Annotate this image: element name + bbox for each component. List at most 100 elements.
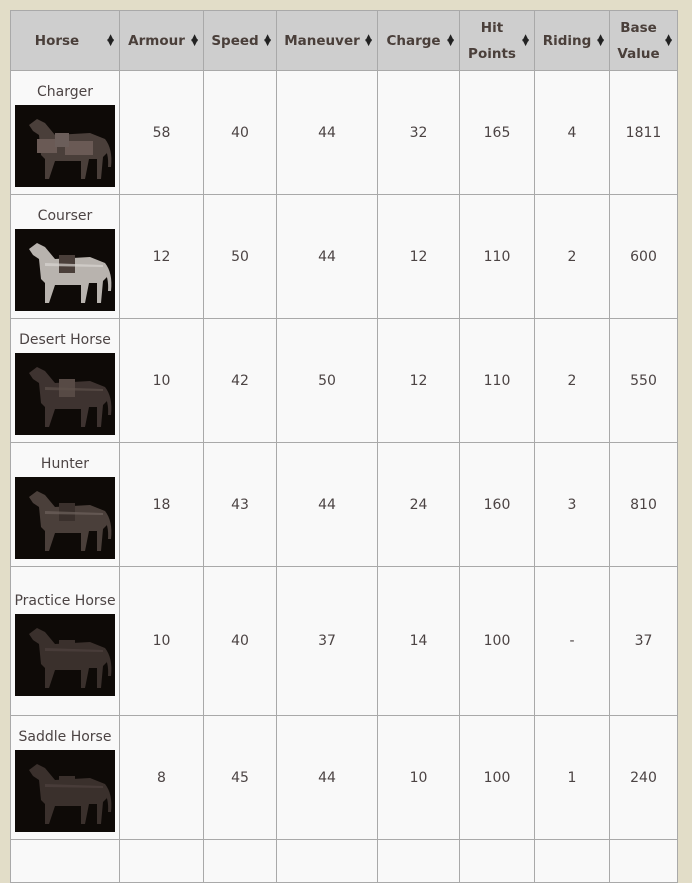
sort-both-icon[interactable]: ▲ ▼ <box>365 33 372 47</box>
sort-both-icon[interactable]: ▲ ▼ <box>665 33 672 47</box>
base-value-cell: 1811 <box>609 70 678 195</box>
hit-points-cell: 160 <box>459 442 535 567</box>
table-row: Saddle Horse 8 45 44 10 100 1 240 <box>10 715 678 840</box>
column-label: Maneuver <box>284 32 360 49</box>
base-value-cell: 240 <box>609 715 678 840</box>
empty-cell <box>534 839 610 883</box>
saddle-horse-image[interactable] <box>15 750 115 832</box>
horse-cell: Desert Horse <box>10 318 120 443</box>
horse-name[interactable]: Practice Horse <box>14 588 116 614</box>
column-header-armour[interactable]: Armour ▲ ▼ <box>119 10 204 71</box>
sort-both-icon[interactable]: ▲ ▼ <box>597 33 604 47</box>
armour-cell: 8 <box>119 715 204 840</box>
armour-cell: 58 <box>119 70 204 195</box>
sort-both-icon[interactable]: ▲ ▼ <box>191 33 198 47</box>
charge-cell: 24 <box>377 442 460 567</box>
desert-horse-image[interactable] <box>15 353 115 435</box>
table-row: Practice Horse 10 40 37 14 100 - 37 <box>10 566 678 716</box>
armour-cell: 18 <box>119 442 204 567</box>
column-header-base-value[interactable]: Base Value ▲ ▼ <box>609 10 678 71</box>
column-label: Hit Points <box>468 19 516 62</box>
table-row: Hunter 18 43 44 24 160 3 810 <box>10 442 678 567</box>
riding-cell: - <box>534 566 610 716</box>
empty-cell <box>10 839 120 883</box>
base-value-cell: 810 <box>609 442 678 567</box>
sort-both-icon[interactable]: ▲ ▼ <box>264 33 271 47</box>
speed-cell: 50 <box>203 194 277 319</box>
column-label: Horse <box>34 32 80 49</box>
table-row: Courser 12 50 44 12 110 2 600 <box>10 194 678 319</box>
horse-cell: Charger <box>10 70 120 195</box>
hit-points-cell: 100 <box>459 715 535 840</box>
maneuver-cell: 50 <box>276 318 378 443</box>
horse-cell: Practice Horse <box>10 566 120 716</box>
maneuver-cell: 44 <box>276 70 378 195</box>
column-header-charge[interactable]: Charge ▲ ▼ <box>377 10 460 71</box>
horse-silhouette <box>29 119 112 179</box>
hunter-image[interactable] <box>15 477 115 559</box>
charge-cell: 10 <box>377 715 460 840</box>
column-header-speed[interactable]: Speed ▲ ▼ <box>203 10 277 71</box>
base-value-cell: 37 <box>609 566 678 716</box>
column-header-maneuver[interactable]: Maneuver ▲ ▼ <box>276 10 378 71</box>
sort-both-icon[interactable]: ▲ ▼ <box>522 33 529 47</box>
column-label: Speed <box>211 32 259 49</box>
horse-table-container: Horse ▲ ▼ Armour ▲ ▼ Speed ▲ ▼ Maneuver ▲ ▼ Char… <box>10 10 678 883</box>
riding-cell: 2 <box>534 318 610 443</box>
hit-points-cell: 165 <box>459 70 535 195</box>
horse-silhouette <box>29 764 112 824</box>
charge-cell: 32 <box>377 70 460 195</box>
riding-cell: 2 <box>534 194 610 319</box>
charger-image[interactable] <box>15 105 115 187</box>
speed-cell: 42 <box>203 318 277 443</box>
armour-cell: 12 <box>119 194 204 319</box>
speed-cell: 40 <box>203 566 277 716</box>
sort-both-icon[interactable]: ▲ ▼ <box>447 33 454 47</box>
hit-points-cell: 110 <box>459 318 535 443</box>
horse-name[interactable]: Desert Horse <box>14 327 116 353</box>
base-value-cell: 600 <box>609 194 678 319</box>
table-row: Desert Horse 10 42 50 12 110 2 550 <box>10 318 678 443</box>
sort-both-icon[interactable]: ▲ ▼ <box>107 33 114 47</box>
header-row: Horse ▲ ▼ Armour ▲ ▼ Speed ▲ ▼ Maneuver ▲ ▼ Char… <box>10 10 678 71</box>
horse-name[interactable]: Hunter <box>14 451 116 477</box>
empty-cell <box>609 839 678 883</box>
charge-cell: 12 <box>377 318 460 443</box>
empty-cell <box>119 839 204 883</box>
horse-name[interactable]: Courser <box>14 203 116 229</box>
base-value-cell: 550 <box>609 318 678 443</box>
horse-name[interactable]: Saddle Horse <box>14 724 116 750</box>
column-header-riding[interactable]: Riding ▲ ▼ <box>534 10 610 71</box>
riding-cell: 4 <box>534 70 610 195</box>
hit-points-cell: 110 <box>459 194 535 319</box>
table-row-partial <box>10 839 678 883</box>
speed-cell: 40 <box>203 70 277 195</box>
column-label: Armour <box>128 32 185 49</box>
column-label: Riding <box>542 32 592 49</box>
empty-cell <box>203 839 277 883</box>
horse-name[interactable]: Charger <box>14 79 116 105</box>
column-label: Base Value <box>617 19 660 62</box>
column-header-hit-points[interactable]: Hit Points ▲ ▼ <box>459 10 535 71</box>
horse-cell: Courser <box>10 194 120 319</box>
armour-cell: 10 <box>119 566 204 716</box>
hit-points-cell: 100 <box>459 566 535 716</box>
courser-image[interactable] <box>15 229 115 311</box>
table-row: Charger 58 40 44 32 165 4 1811 <box>10 70 678 195</box>
horse-silhouette <box>29 491 112 551</box>
charge-cell: 12 <box>377 194 460 319</box>
riding-cell: 3 <box>534 442 610 567</box>
empty-cell <box>377 839 460 883</box>
speed-cell: 43 <box>203 442 277 567</box>
riding-cell: 1 <box>534 715 610 840</box>
horse-silhouette <box>29 243 112 303</box>
column-header-horse[interactable]: Horse ▲ ▼ <box>10 10 120 71</box>
practice-horse-image[interactable] <box>15 613 115 696</box>
charge-cell: 14 <box>377 566 460 716</box>
maneuver-cell: 44 <box>276 194 378 319</box>
horse-silhouette <box>29 367 112 427</box>
horse-cell: Hunter <box>10 442 120 567</box>
column-label: Charge <box>386 32 441 49</box>
maneuver-cell: 44 <box>276 715 378 840</box>
empty-cell <box>276 839 378 883</box>
